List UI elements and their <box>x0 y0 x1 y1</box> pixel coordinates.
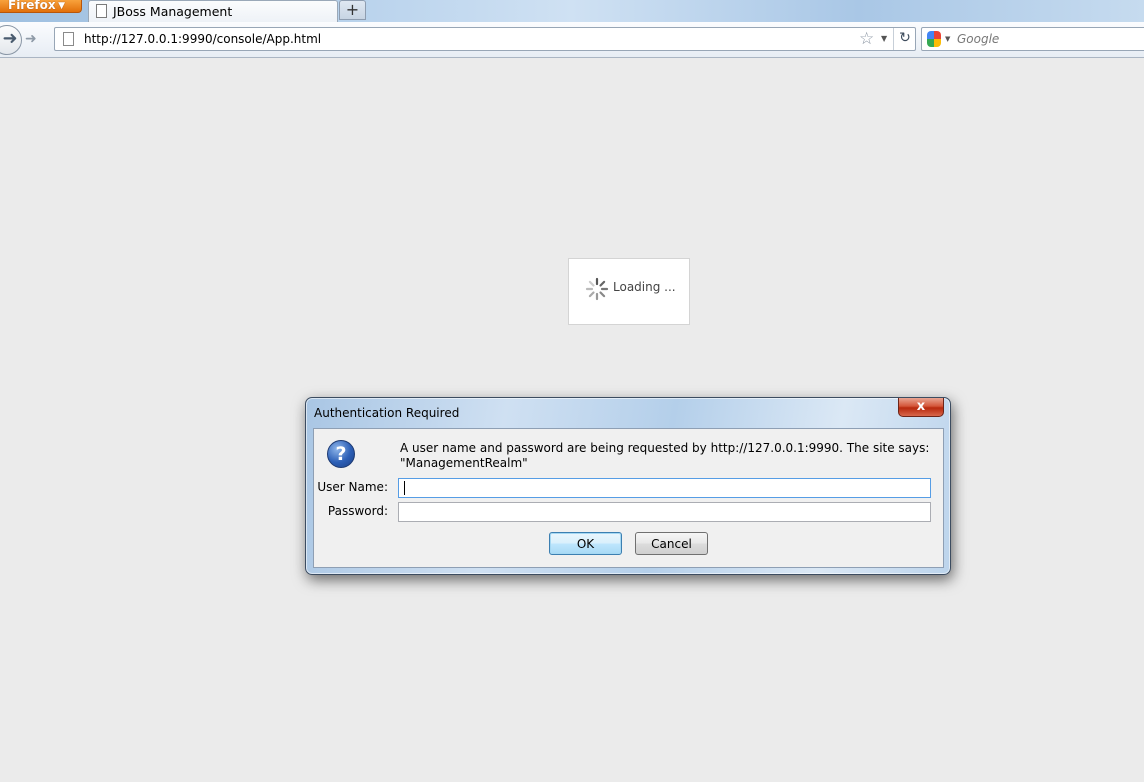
tab-strip: Firefox ▼ JBoss Management + <box>0 0 1144 22</box>
forward-button[interactable]: ➜ <box>25 31 37 47</box>
bookmark-star-icon[interactable]: ☆ <box>859 29 874 49</box>
dialog-body: ? A user name and password are being req… <box>313 428 944 568</box>
page-icon <box>96 4 107 18</box>
firefox-menu-label: Firefox <box>8 0 56 12</box>
dialog-message-realm: "ManagementRealm" <box>400 456 528 470</box>
dialog-message-line: A user name and password are being reque… <box>400 441 930 455</box>
google-search-engine-icon[interactable] <box>927 31 941 47</box>
tab-title: JBoss Management <box>113 4 233 19</box>
page-icon <box>63 32 74 46</box>
dialog-title: Authentication Required <box>314 406 460 420</box>
close-icon: x <box>916 399 926 414</box>
dialog-message: A user name and password are being reque… <box>400 441 930 471</box>
password-label: Password: <box>327 504 388 518</box>
search-input[interactable] <box>957 30 1137 48</box>
url-input[interactable] <box>84 30 844 48</box>
search-bar[interactable]: ▼ <box>921 27 1144 51</box>
question-icon: ? <box>327 440 355 468</box>
firefox-menu-button[interactable]: Firefox ▼ <box>0 0 82 13</box>
search-engine-dropdown-icon[interactable]: ▼ <box>945 35 950 43</box>
close-button[interactable]: x <box>898 398 944 417</box>
url-history-dropdown-icon[interactable]: ▼ <box>881 34 887 43</box>
password-input[interactable] <box>398 502 931 522</box>
caret-down-icon: ▼ <box>58 1 65 11</box>
ok-button[interactable]: OK <box>549 532 622 555</box>
username-label: User Name: <box>317 480 388 494</box>
username-input[interactable] <box>398 478 931 498</box>
tab-jboss-management[interactable]: JBoss Management <box>88 0 338 22</box>
url-bar[interactable]: ☆ ▼ ↻ <box>54 27 916 51</box>
navigation-bar: ➜ ➜ ☆ ▼ ↻ ▼ <box>0 22 1144 58</box>
authentication-dialog: Authentication Required x ? A user name … <box>305 397 951 575</box>
forward-arrow-icon: ➜ <box>25 31 37 47</box>
reload-button[interactable]: ↻ <box>893 28 916 50</box>
back-arrow-icon: ➜ <box>2 28 18 49</box>
cancel-button[interactable]: Cancel <box>635 532 708 555</box>
spinner-icon <box>585 277 609 301</box>
reload-icon: ↻ <box>899 30 911 46</box>
new-tab-button[interactable]: + <box>339 0 366 20</box>
loading-text: Loading ... <box>613 280 676 294</box>
loading-box: Loading ... <box>568 258 690 325</box>
back-button[interactable]: ➜ <box>0 25 22 55</box>
text-cursor <box>404 481 405 495</box>
